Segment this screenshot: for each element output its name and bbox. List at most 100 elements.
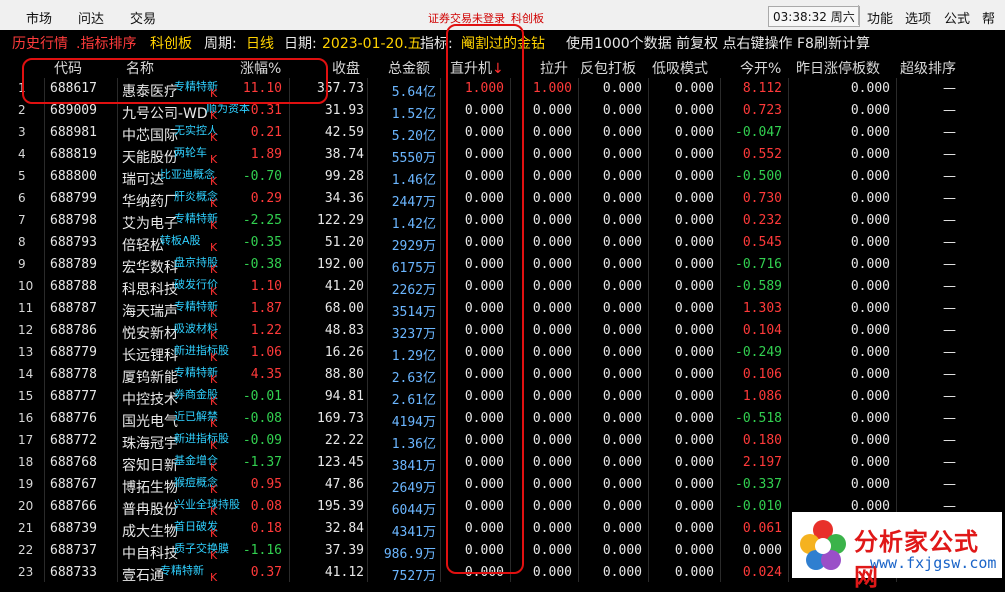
open-pct: -0.589 (735, 279, 782, 294)
kcb-marker-icon: K (210, 307, 218, 320)
open-pct: 0.723 (742, 103, 782, 118)
stock-code[interactable]: 688778 (50, 367, 97, 382)
col-header-close[interactable]: 收盘 (332, 58, 360, 78)
stock-code[interactable]: 688767 (50, 477, 97, 492)
rebound-value: 0.000 (602, 147, 642, 162)
stock-name[interactable]: 九号公司-WD (122, 103, 208, 123)
rebound-value: 0.000 (602, 125, 642, 140)
stock-name[interactable]: 普冉股份 (122, 499, 178, 519)
close-price: 31.93 (324, 103, 364, 118)
dip-value: 0.000 (674, 169, 714, 184)
close-price: 41.20 (324, 279, 364, 294)
super-sort-value: — (943, 389, 956, 404)
stock-name[interactable]: 天能股份 (122, 147, 178, 167)
stock-name[interactable]: 壹石通 (122, 565, 164, 585)
open-pct: -0.010 (735, 499, 782, 514)
super-sort-value: — (943, 279, 956, 294)
menu-function[interactable]: 功能 (867, 8, 893, 27)
kcb-marker-icon: K (210, 175, 218, 188)
date-value[interactable]: 2023-01-20.五 (322, 33, 422, 53)
stock-name[interactable]: 中芯国际 (122, 125, 178, 145)
menu-wenda[interactable]: 问达 (78, 8, 104, 27)
col-header-open[interactable]: 今开% (740, 58, 781, 78)
stock-name[interactable]: 科思科技 (122, 279, 178, 299)
col-header-prev-limit[interactable]: 昨日涨停板数 (796, 58, 880, 78)
dip-value: 0.000 (674, 191, 714, 206)
open-pct: 0.232 (742, 213, 782, 228)
kcb-marker-icon: K (210, 351, 218, 364)
rebound-value: 0.000 (602, 81, 642, 96)
stock-name[interactable]: 瑞可达 (122, 169, 164, 189)
menu-formula[interactable]: 公式 (944, 8, 970, 27)
period-value[interactable]: 日线 (246, 33, 274, 53)
kcb-marker-icon: K (210, 329, 218, 342)
total-amount: 7527万 (391, 569, 436, 584)
change-pct: -0.01 (242, 389, 282, 404)
dip-value: 0.000 (674, 345, 714, 360)
stock-name[interactable]: 厦钨新能 (122, 367, 178, 387)
stock-code[interactable]: 688772 (50, 433, 97, 448)
stock-code[interactable]: 688788 (50, 279, 97, 294)
stock-code[interactable]: 688819 (50, 147, 97, 162)
kcb-marker-icon: K (210, 241, 218, 254)
prev-limit-count: 0.000 (850, 323, 890, 338)
super-sort-value: — (943, 367, 956, 382)
menu-trade[interactable]: 交易 (130, 8, 156, 27)
stock-name[interactable]: 长远锂科 (122, 345, 178, 365)
stock-name[interactable]: 中自科技 (122, 543, 178, 563)
col-header-amount[interactable]: 总金额 (388, 58, 430, 78)
stock-code[interactable]: 688737 (50, 543, 97, 558)
change-pct: -1.16 (242, 543, 282, 558)
stock-name[interactable]: 容知日新 (122, 455, 178, 475)
change-pct: 1.87 (250, 301, 282, 316)
stock-name[interactable]: 艾为电子 (122, 213, 178, 233)
stock-code[interactable]: 688793 (50, 235, 97, 250)
stock-code[interactable]: 688789 (50, 257, 97, 272)
super-sort-value: — (943, 411, 956, 426)
rebound-value: 0.000 (602, 565, 642, 580)
stock-name[interactable]: 华纳药厂 (122, 191, 178, 211)
menu-options[interactable]: 选项 (905, 8, 931, 27)
concept-tag: 专精特新 (160, 564, 204, 577)
stock-code[interactable]: 688777 (50, 389, 97, 404)
stock-code[interactable]: 688798 (50, 213, 97, 228)
stock-code[interactable]: 688779 (50, 345, 97, 360)
history-label[interactable]: 历史行情 (12, 33, 68, 53)
col-header-super-sort[interactable]: 超级排序 (900, 58, 956, 78)
stock-name[interactable]: 珠海冠宇 (122, 433, 178, 453)
menu-market[interactable]: 市场 (26, 8, 52, 27)
stock-code[interactable]: 688981 (50, 125, 97, 140)
stock-code[interactable]: 688776 (50, 411, 97, 426)
stock-code[interactable]: 688766 (50, 499, 97, 514)
stock-name[interactable]: 悦安新材 (122, 323, 178, 343)
stock-code[interactable]: 688733 (50, 565, 97, 580)
stock-name[interactable]: 倍轻松 (122, 235, 164, 255)
stock-name[interactable]: 成大生物 (122, 521, 178, 541)
close-price: 22.22 (324, 433, 364, 448)
stock-code[interactable]: 689009 (50, 103, 97, 118)
row-index: 14 (18, 367, 34, 381)
col-header-pullup[interactable]: 拉升 (540, 58, 568, 78)
stock-code[interactable]: 688786 (50, 323, 97, 338)
stock-name[interactable]: 中控技术 (122, 389, 178, 409)
stock-code[interactable]: 688739 (50, 521, 97, 536)
stock-name[interactable]: 国光电气 (122, 411, 178, 431)
stock-code[interactable]: 688800 (50, 169, 97, 184)
total-amount: 3514万 (391, 305, 436, 320)
stock-name[interactable]: 宏华数科 (122, 257, 178, 277)
rebound-value: 0.000 (602, 433, 642, 448)
hint-text: 使用1000个数据 前复权 点右键操作 F8刷新计算 (566, 36, 870, 52)
stock-code[interactable]: 688799 (50, 191, 97, 206)
dip-value: 0.000 (674, 301, 714, 316)
super-sort-value: — (943, 147, 956, 162)
status-board: 科创板 (511, 12, 544, 25)
col-header-dip[interactable]: 低吸模式 (652, 58, 708, 78)
concept-tag: 新进指标股 (174, 344, 229, 357)
stock-name[interactable]: 海天瑞声 (122, 301, 178, 321)
stock-name[interactable]: 博拓生物 (122, 477, 178, 497)
stock-code[interactable]: 688768 (50, 455, 97, 470)
col-header-rebound[interactable]: 反包打板 (580, 58, 636, 78)
total-amount: 2649万 (391, 481, 436, 496)
open-pct: -0.047 (735, 125, 782, 140)
stock-code[interactable]: 688787 (50, 301, 97, 316)
